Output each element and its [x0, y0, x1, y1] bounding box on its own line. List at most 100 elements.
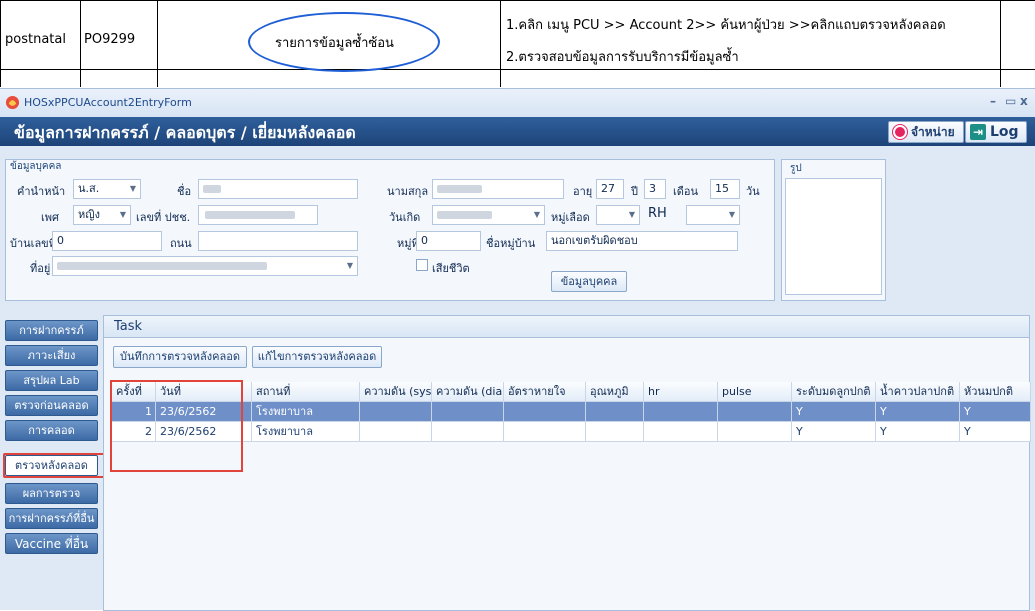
table-cell — [644, 422, 718, 442]
highlight-box-grid — [110, 380, 243, 472]
grid-header-row: ครั้งที่ วันที่ สถานที่ ความดัน (sys ควา… — [112, 382, 1031, 402]
sex-label: เพศ — [41, 211, 59, 224]
photo-panel: รูป — [781, 159, 886, 301]
redacted-text — [437, 185, 482, 193]
table-row[interactable]: 1 23/6/2562 โรงพยาบาล Y Y Y — [112, 402, 1031, 422]
power-icon — [893, 125, 907, 139]
person-info-panel: ข้อมูลบุคคล คำนำหน้า น.ส. ▼ ชื่อ นามสกุล… — [5, 159, 775, 301]
house-no-field[interactable]: 0 — [52, 231, 162, 251]
minimize-icon[interactable]: – — [990, 94, 996, 108]
doc-type-cell: postnatal — [5, 32, 66, 47]
app-window: HOSxPPCUAccount2EntryForm – ▭ x ข้อมูลกา… — [0, 88, 1035, 611]
column-header[interactable]: pulse — [718, 382, 792, 402]
age-label: อายุ — [573, 185, 593, 198]
table-cell — [644, 402, 718, 422]
person-info-button[interactable]: ข้อมูลบุคคล — [551, 271, 627, 292]
table-border — [0, 69, 1035, 70]
deceased-checkbox[interactable] — [416, 259, 428, 271]
nav-lab-summary[interactable]: สรุปผล Lab — [5, 370, 98, 391]
distribute-button[interactable]: จำหน่าย — [888, 121, 964, 143]
task-panel: Task บันทึกการตรวจหลังคลอด แก้ไขการตรวจห… — [103, 315, 1031, 611]
birthdate-picker[interactable]: ▼ — [432, 205, 545, 225]
village-field[interactable]: นอกเขตรับผิดชอบ — [546, 231, 738, 251]
nav-anc-elsewhere[interactable]: การฝากครรภ์ที่อื่น — [5, 508, 98, 529]
sex-value: หญิง — [78, 208, 100, 221]
page-title: ข้อมูลการฝากครรภ์ / คลอดบุตร / เยี่ยมหลั… — [14, 123, 356, 142]
moo-field[interactable]: 0 — [416, 231, 481, 251]
log-button[interactable]: ⇥ Log — [965, 121, 1027, 143]
chevron-down-icon: ▼ — [533, 210, 540, 219]
nav-vaccine-elsewhere[interactable]: Vaccine ที่อื่น — [5, 533, 98, 554]
prefix-value: น.ส. — [78, 182, 100, 195]
nav-anc[interactable]: การฝากครรภ์ — [5, 320, 98, 341]
photo-box[interactable] — [785, 178, 882, 295]
prefix-select[interactable]: น.ส. ▼ — [73, 179, 141, 199]
table-border — [157, 0, 158, 87]
app-icon — [5, 95, 20, 110]
table-cell: Y — [876, 422, 960, 442]
column-header[interactable]: ความดัน (dia — [432, 382, 504, 402]
surname-label: นามสกุล — [387, 185, 429, 198]
table-cell — [360, 422, 432, 442]
road-label: ถนน — [170, 237, 192, 250]
chevron-down-icon: ▼ — [129, 184, 136, 193]
save-postnatal-button[interactable]: บันทึกการตรวจหลังคลอด — [113, 346, 247, 368]
column-header[interactable]: hr — [644, 382, 718, 402]
column-header[interactable]: ความดัน (sys — [360, 382, 432, 402]
surname-field[interactable] — [432, 179, 564, 199]
column-header[interactable]: อุณหภูมิ — [586, 382, 644, 402]
table-row[interactable]: 2 23/6/2562 โรงพยาบาล Y Y Y — [112, 422, 1031, 442]
months-label: เดือน — [673, 185, 699, 198]
task-title: Task — [114, 319, 143, 334]
nav-exam-results[interactable]: ผลการตรวจ — [5, 483, 98, 504]
nav-delivery[interactable]: การคลอด — [5, 420, 98, 441]
log-label: Log — [990, 124, 1019, 140]
distribute-label: จำหน่าย — [911, 125, 955, 139]
prefix-label: คำนำหน้า — [17, 185, 66, 198]
column-header[interactable]: สถานที่ — [252, 382, 360, 402]
column-header[interactable]: หัวนมปกติ — [960, 382, 1031, 402]
chevron-down-icon: ▼ — [346, 261, 353, 270]
highlight-box-nav — [3, 453, 105, 478]
close-icon[interactable]: x — [1020, 94, 1028, 108]
edit-postnatal-button[interactable]: แก้ไขการตรวจหลังคลอด — [252, 346, 382, 368]
column-header[interactable]: น้ำคาวปลาปกติ — [876, 382, 960, 402]
column-header[interactable]: อัตราหายใจ — [504, 382, 586, 402]
table-cell — [718, 402, 792, 422]
table-border — [0, 0, 1, 87]
blood-group-label: หมู่เลือด — [551, 211, 590, 224]
rh-select[interactable]: ▼ — [686, 205, 740, 225]
table-cell — [360, 402, 432, 422]
age-months-field[interactable]: 3 — [644, 179, 666, 199]
table-cell — [504, 402, 586, 422]
annotation-oval — [248, 12, 440, 72]
table-cell: Y — [876, 402, 960, 422]
table-cell: Y — [792, 422, 876, 442]
table-border — [500, 0, 501, 87]
age-years-field[interactable]: 27 — [596, 179, 624, 199]
maximize-icon[interactable]: ▭ — [1005, 94, 1016, 108]
nav-prenatal-check[interactable]: ตรวจก่อนคลอด — [5, 395, 98, 416]
column-header[interactable]: ระดับมดลูกปกติ — [792, 382, 876, 402]
deceased-label: เสียชีวิต — [432, 262, 470, 275]
years-label: ปี — [631, 185, 638, 198]
table-cell — [586, 402, 644, 422]
cid-field[interactable] — [198, 205, 318, 225]
address-select[interactable]: ▼ — [52, 256, 358, 276]
cid-label: เลขที่ ปชช. — [136, 211, 191, 224]
first-name-field[interactable] — [198, 179, 358, 199]
nav-risk[interactable]: ภาวะเสี่ยง — [5, 345, 98, 366]
age-days-field[interactable]: 15 — [710, 179, 740, 199]
redacted-text — [205, 211, 295, 219]
sex-select[interactable]: หญิง ▼ — [73, 205, 131, 225]
doc-step-1: 1.คลิก เมนู PCU >> Account 2>> ค้นหาผู้ป… — [506, 18, 946, 33]
address-label: ที่อยู่ — [30, 262, 51, 275]
table-cell: Y — [792, 402, 876, 422]
table-cell — [432, 402, 504, 422]
instruction-document-table: postnatal PO9299 รายการข้อมูลซ้ำซ้อน 1.ค… — [0, 0, 1035, 87]
road-field[interactable] — [198, 231, 358, 251]
table-cell: Y — [960, 422, 1031, 442]
person-panel-legend: ข้อมูลบุคคล — [10, 161, 62, 172]
chevron-down-icon: ▼ — [628, 210, 635, 219]
blood-group-select[interactable]: ▼ — [596, 205, 640, 225]
